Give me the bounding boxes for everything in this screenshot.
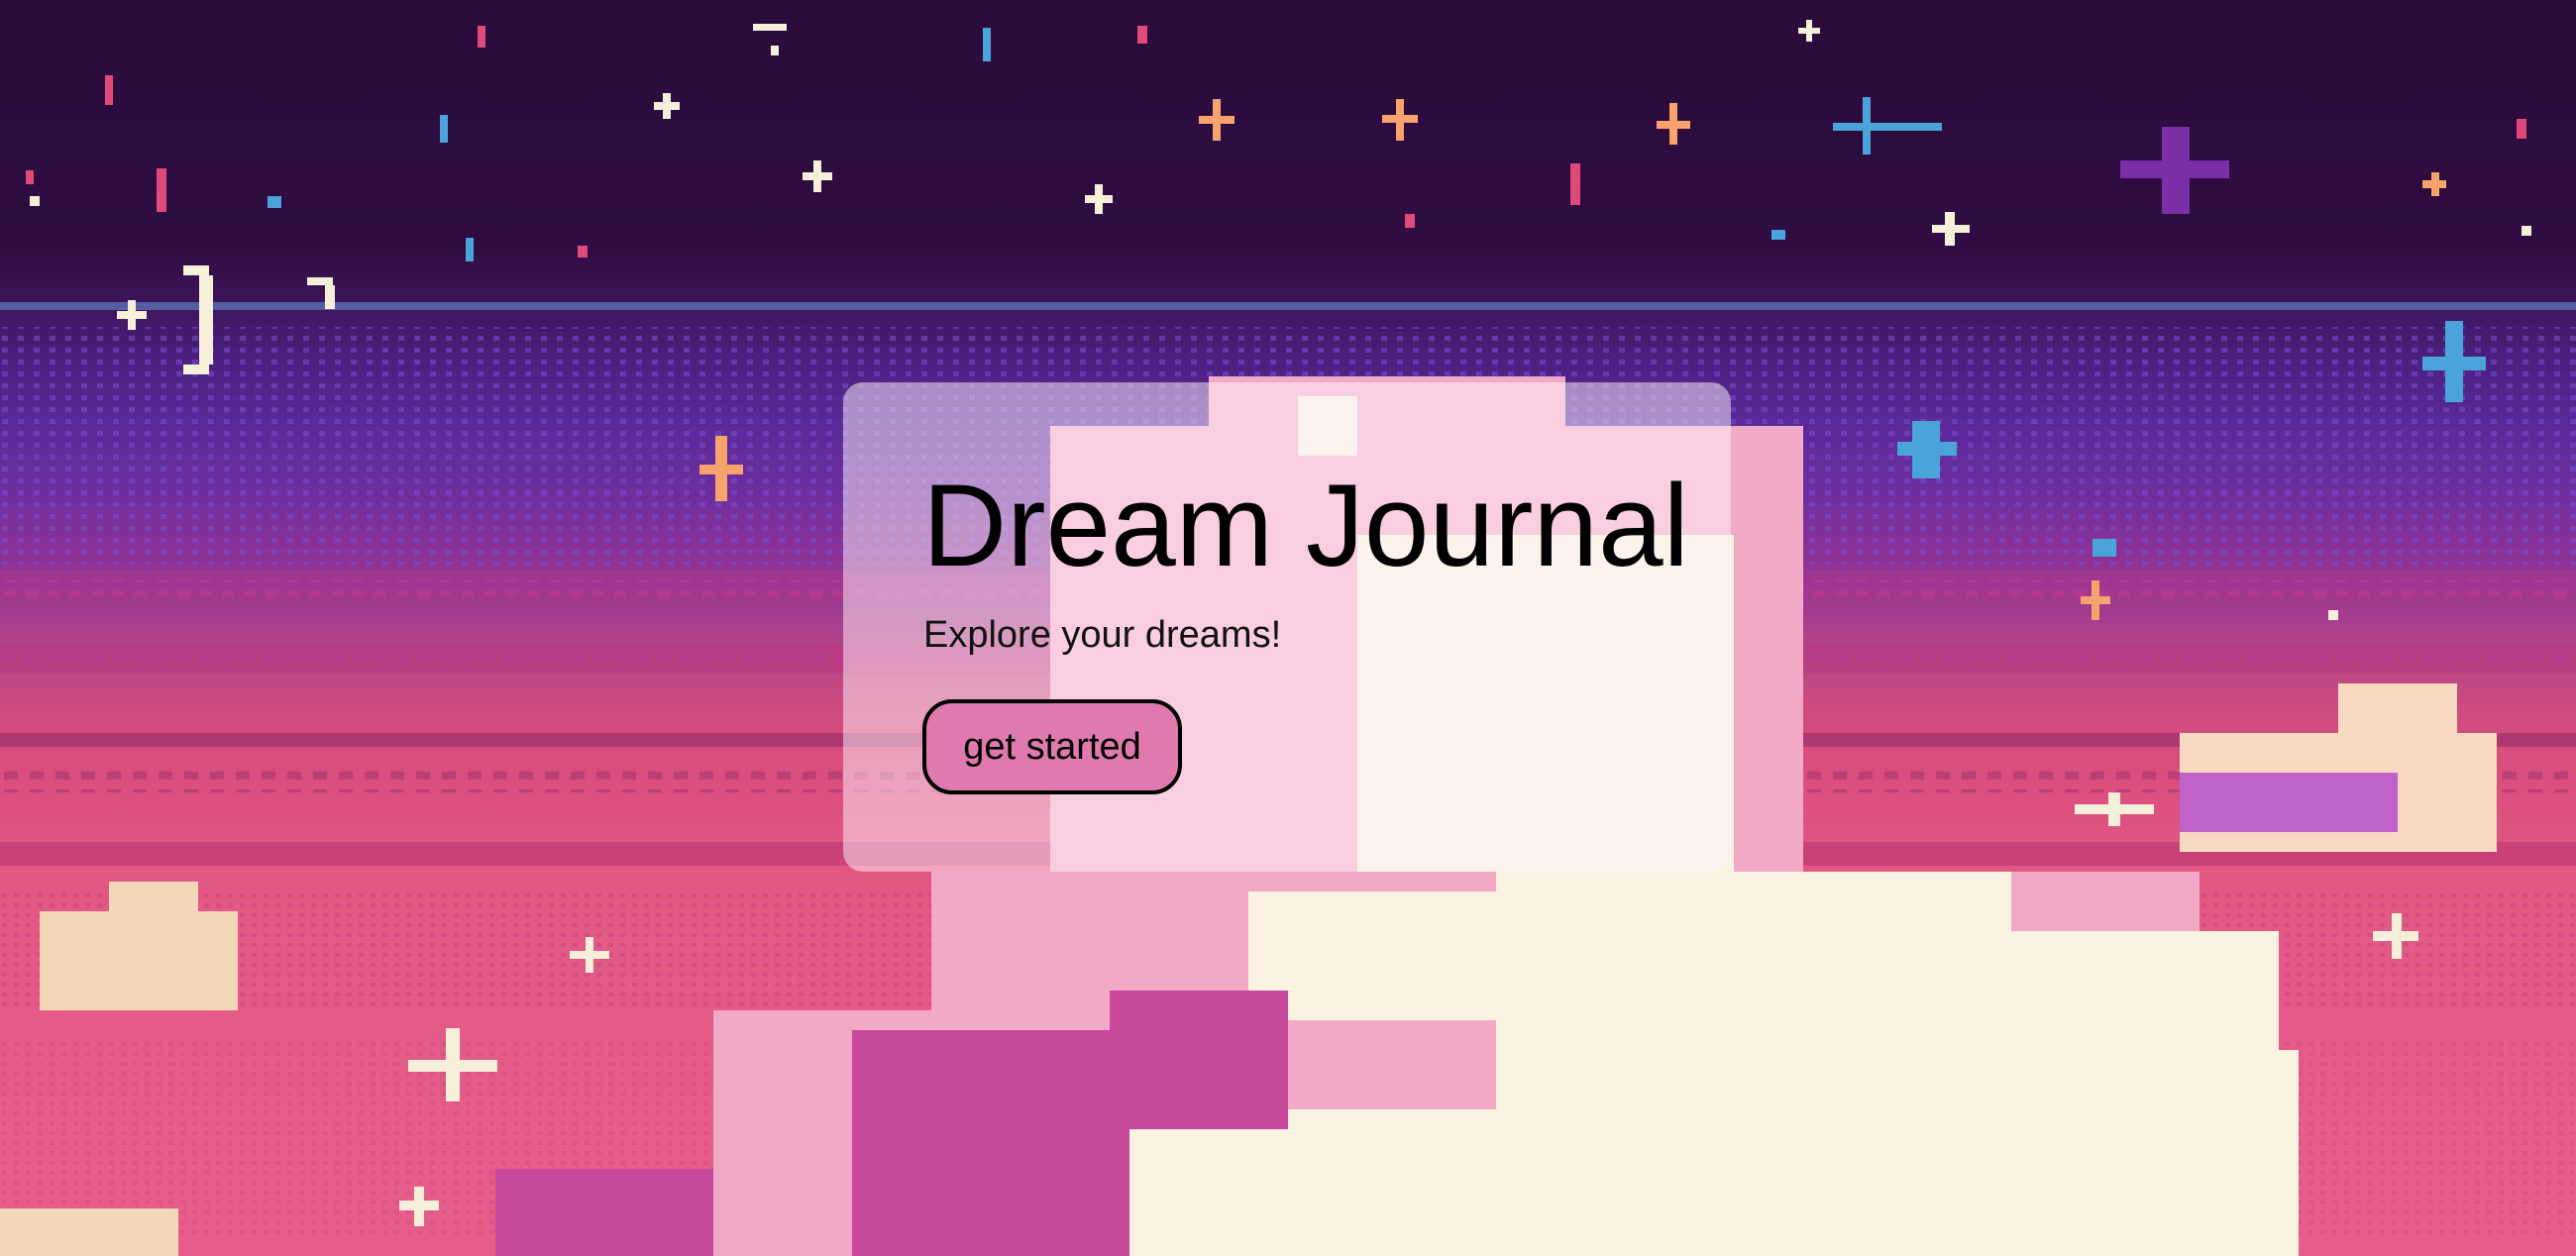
hero-card: Dream Journal Explore your dreams! get s… [843, 382, 1731, 872]
get-started-button[interactable]: get started [922, 699, 1182, 794]
page-subtitle: Explore your dreams! [923, 614, 1282, 656]
hero-background: Dream Journal Explore your dreams! get s… [0, 0, 2576, 1256]
page-title: Dream Journal [922, 461, 1689, 591]
